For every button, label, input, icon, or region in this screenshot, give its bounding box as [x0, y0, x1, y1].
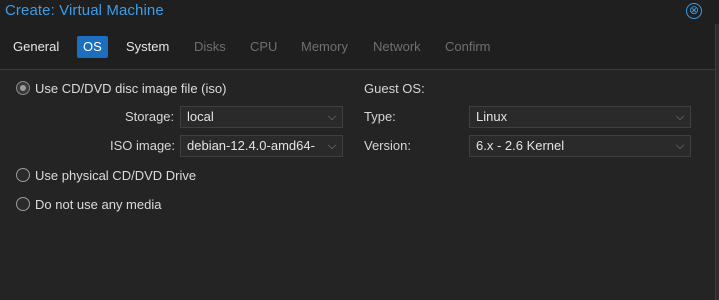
radio-use-iso-label: Use CD/DVD disc image file (iso) [35, 80, 227, 96]
radio-physical-drive-label: Use physical CD/DVD Drive [35, 167, 197, 183]
tab-general[interactable]: General [7, 36, 65, 58]
storage-label: Storage: [125, 109, 175, 124]
tab-system[interactable]: System [120, 36, 175, 58]
radio-unchecked-icon[interactable] [16, 168, 30, 182]
os-version-select[interactable]: 6.x - 2.6 Kernel ⌵ [469, 135, 691, 157]
storage-select[interactable]: local ⌵ [180, 106, 343, 128]
radio-physical-drive[interactable]: Use physical CD/DVD Drive [16, 166, 196, 184]
tab-disks: Disks [194, 39, 226, 54]
iso-image-select[interactable]: debian-12.4.0-amd64- ⌵ [180, 135, 343, 157]
chevron-down-icon[interactable]: ⌵ [322, 136, 342, 156]
close-icon[interactable]: ⊗ [686, 3, 702, 19]
wizard-tabs: General OS System Disks CPU Memory Netwo… [0, 24, 715, 70]
os-type-value: Linux [476, 109, 508, 124]
radio-no-media-label: Do not use any media [35, 196, 162, 212]
tab-cpu: CPU [250, 39, 278, 54]
iso-image-label: ISO image: [110, 138, 176, 153]
dialog-titlebar: Create: Virtual Machine ⊗ [0, 0, 719, 24]
guest-os-heading: Guest OS: [364, 81, 425, 96]
chevron-down-icon[interactable]: ⌵ [670, 107, 690, 127]
chevron-down-icon[interactable]: ⌵ [322, 107, 342, 127]
storage-value: local [187, 109, 214, 124]
radio-checked-icon[interactable] [16, 81, 30, 95]
radio-use-iso[interactable]: Use CD/DVD disc image file (iso) [16, 79, 226, 97]
dialog-title: Create: Virtual Machine [5, 2, 164, 19]
os-type-label: Type: [364, 109, 396, 124]
chevron-down-icon[interactable]: ⌵ [670, 136, 690, 156]
tab-os[interactable]: OS [77, 36, 108, 58]
os-panel: Use CD/DVD disc image file (iso) Storage… [0, 70, 715, 300]
tab-confirm: Confirm [445, 39, 491, 54]
tab-memory: Memory [301, 39, 348, 54]
tab-network: Network [373, 39, 421, 54]
iso-image-value: debian-12.4.0-amd64- [187, 138, 315, 153]
radio-no-media[interactable]: Do not use any media [16, 195, 161, 213]
os-version-label: Version: [364, 138, 411, 153]
window-edge [715, 24, 719, 300]
os-version-value: 6.x - 2.6 Kernel [476, 138, 565, 153]
radio-unchecked-icon[interactable] [16, 197, 30, 211]
os-type-select[interactable]: Linux ⌵ [469, 106, 691, 128]
